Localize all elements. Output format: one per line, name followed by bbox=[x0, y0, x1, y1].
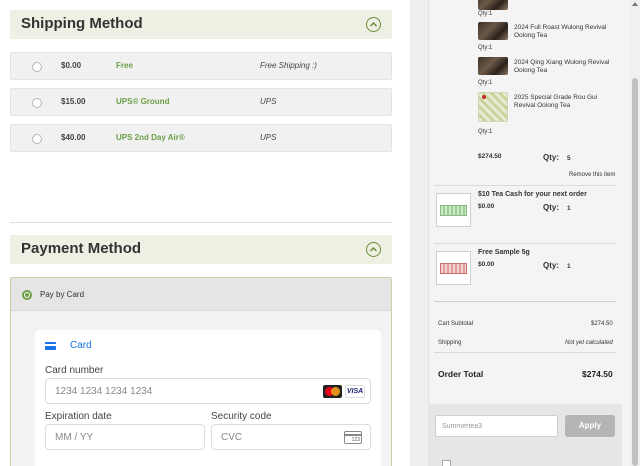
scroll-up-arrow-icon[interactable] bbox=[632, 2, 638, 6]
shipping-name: UPS® Ground bbox=[116, 97, 170, 106]
promo-qty-label: Qty: bbox=[543, 203, 559, 212]
card-tab[interactable]: Card bbox=[70, 340, 92, 351]
shipping-radio[interactable] bbox=[32, 98, 42, 108]
coupon-value: Summertea3 bbox=[442, 423, 483, 430]
tea-package-icon bbox=[478, 92, 508, 122]
shipping-name: UPS 2nd Day Air® bbox=[116, 133, 185, 142]
item-qty: Qty:1 bbox=[478, 80, 493, 86]
shipping-carrier: UPS bbox=[260, 133, 277, 142]
order-total-value: $274.50 bbox=[582, 369, 613, 379]
mastercard-icon bbox=[323, 385, 342, 398]
promo-qty-value: 1 bbox=[567, 205, 571, 212]
bundle-qty-value[interactable]: 5 bbox=[567, 155, 571, 162]
tea-cash-voucher-icon bbox=[436, 193, 471, 227]
shipping-option-ups-2nd-day[interactable]: $40.00 UPS 2nd Day Air® UPS bbox=[10, 124, 392, 152]
scrollbar-thumb[interactable] bbox=[632, 78, 638, 466]
summary-divider bbox=[434, 185, 616, 186]
pay-by-card-box: Pay by Card Card Card number 1234 1234 1… bbox=[10, 277, 392, 466]
expiry-label: Expiration date bbox=[45, 411, 112, 422]
pay-by-card-option[interactable]: Pay by Card bbox=[11, 278, 391, 311]
cart-item-name[interactable]: 2024 Qing Xiang Wulong Revival Oolong Te… bbox=[514, 59, 614, 75]
visa-icon: VISA bbox=[345, 385, 365, 398]
shipping-method-title: Shipping Method bbox=[21, 15, 143, 32]
card-number-label: Card number bbox=[45, 365, 104, 376]
shipping-radio[interactable] bbox=[32, 134, 42, 144]
security-code-placeholder: CVC bbox=[221, 432, 243, 443]
summary-divider bbox=[434, 352, 616, 353]
shipping-option-free[interactable]: $0.00 Free Free Shipping :) bbox=[10, 52, 392, 80]
collapse-chevron-icon[interactable] bbox=[366, 17, 381, 32]
card-form: Card Card number 1234 1234 1234 1234 VIS… bbox=[35, 330, 381, 466]
shipping-carrier: Free Shipping :) bbox=[260, 61, 317, 70]
apply-coupon-button[interactable]: Apply bbox=[565, 415, 615, 437]
shipping-price: $15.00 bbox=[61, 97, 86, 106]
shipping-name: Free bbox=[116, 61, 133, 70]
expiry-input[interactable]: MM / YY bbox=[45, 424, 205, 450]
collapse-chevron-icon[interactable] bbox=[366, 242, 381, 257]
cart-item-name[interactable]: 2024 Full Roast Wulong Revival Oolong Te… bbox=[514, 24, 614, 40]
shipping-carrier: UPS bbox=[260, 97, 277, 106]
checkout-main: Shipping Method $0.00 Free Free Shipping… bbox=[0, 0, 410, 466]
tea-photo-icon bbox=[478, 57, 508, 75]
shipping-value: Not yet calculated bbox=[565, 340, 613, 346]
pay-by-card-label: Pay by Card bbox=[40, 290, 85, 299]
item-qty: Qty:1 bbox=[478, 129, 493, 135]
summary-divider bbox=[434, 243, 616, 244]
shipping-label: Shipping bbox=[438, 340, 462, 346]
security-code-input[interactable]: CVC 123 bbox=[211, 424, 371, 450]
cvc-card-icon: 123 bbox=[344, 431, 362, 444]
shipping-option-ups-ground[interactable]: $15.00 UPS® Ground UPS bbox=[10, 88, 392, 116]
order-total-label: Order Total bbox=[438, 369, 484, 379]
tea-photo-icon bbox=[478, 0, 508, 10]
pay-by-card-radio[interactable] bbox=[22, 290, 32, 300]
promo-item-price: $0.00 bbox=[478, 261, 495, 268]
gift-checkbox[interactable] bbox=[442, 460, 451, 466]
remove-item-link[interactable]: Remove this item bbox=[569, 172, 615, 178]
free-sample-icon bbox=[436, 251, 471, 285]
subtotal-value: $274.50 bbox=[591, 321, 613, 327]
promo-qty-value: 1 bbox=[567, 263, 571, 270]
security-code-label: Security code bbox=[211, 411, 272, 422]
item-qty: Qty:1 bbox=[478, 11, 493, 17]
promo-qty-label: Qty: bbox=[543, 261, 559, 270]
promo-item-name: Free Sample 5g bbox=[478, 249, 530, 256]
scrollbar[interactable] bbox=[630, 0, 640, 466]
promo-item-price: $0.00 bbox=[478, 203, 495, 210]
card-number-input[interactable]: 1234 1234 1234 1234 VISA bbox=[45, 378, 371, 404]
shipping-radio[interactable] bbox=[32, 62, 42, 72]
card-number-placeholder: 1234 1234 1234 1234 bbox=[55, 386, 153, 397]
section-divider bbox=[10, 222, 392, 223]
payment-method-title: Payment Method bbox=[21, 240, 142, 257]
tea-photo-icon bbox=[478, 22, 508, 40]
bundle-qty-label: Qty: bbox=[543, 153, 559, 162]
summary-divider bbox=[434, 301, 616, 302]
coupon-input[interactable]: Summertea3 bbox=[435, 415, 558, 437]
cart-item-name[interactable]: 2025 Special Grade Rou Gui Revival Oolon… bbox=[514, 94, 614, 110]
shipping-price: $40.00 bbox=[61, 133, 86, 142]
shipping-price: $0.00 bbox=[61, 61, 82, 70]
shipping-method-header[interactable]: Shipping Method bbox=[10, 10, 392, 39]
expiry-placeholder: MM / YY bbox=[55, 432, 94, 443]
promo-item-name: $10 Tea Cash for your next order bbox=[478, 191, 587, 198]
credit-card-icon bbox=[45, 342, 56, 350]
payment-method-header[interactable]: Payment Method bbox=[10, 235, 392, 264]
item-qty: Qty:1 bbox=[478, 45, 493, 51]
subtotal-label: Cart Subtotal bbox=[438, 321, 474, 327]
bundle-price: $274.50 bbox=[478, 153, 502, 160]
